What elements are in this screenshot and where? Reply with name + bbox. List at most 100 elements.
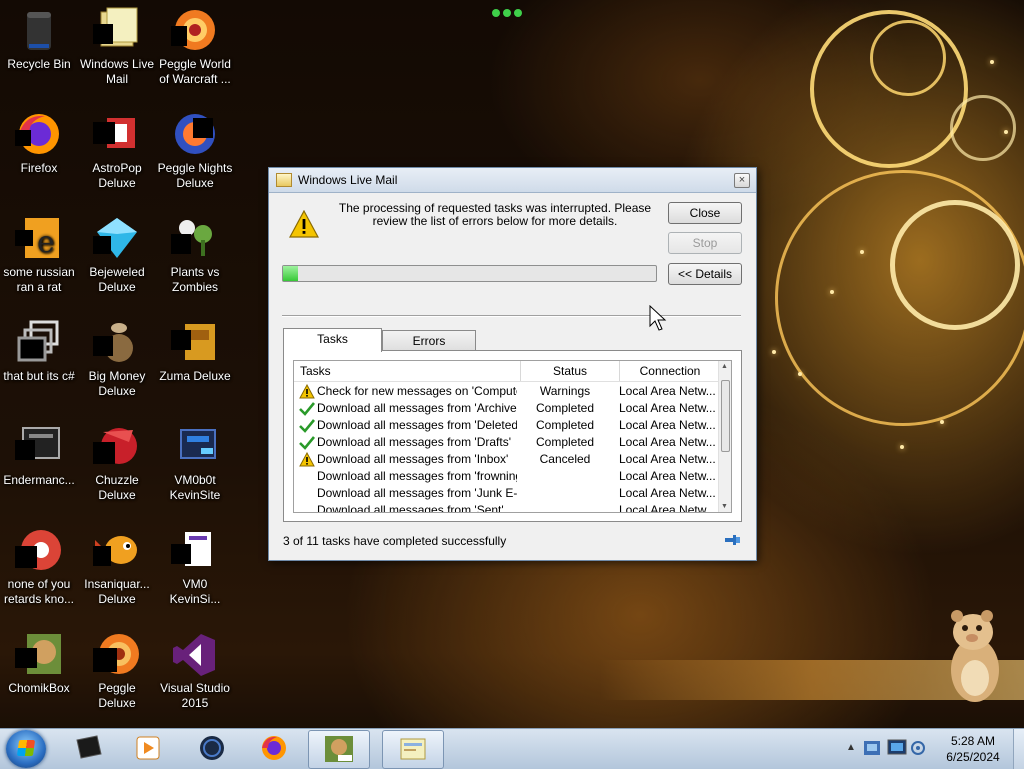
close-icon[interactable]: × <box>734 172 750 188</box>
taskbar-item-media-player[interactable] <box>118 730 178 767</box>
checkmark-icon <box>299 435 316 450</box>
desktop-icon-endermanc[interactable]: Endermanc... <box>0 418 78 488</box>
checkmark-icon <box>299 401 316 416</box>
details-button[interactable]: << Details <box>668 263 742 285</box>
desktop-icon-insaniquarium[interactable]: Insaniquar... Deluxe <box>78 522 156 607</box>
desktop-icon-russian-rat[interactable]: e some russian ran a rat <box>0 210 78 295</box>
table-row[interactable]: Download all messages from 'Deleted It..… <box>294 417 719 434</box>
taskbar-item-mail-window[interactable] <box>382 730 444 769</box>
table-row[interactable]: Download all messages from 'frowning4' L… <box>294 468 719 485</box>
tab-errors[interactable]: Errors <box>382 330 476 351</box>
firefox-icon <box>259 734 289 762</box>
money-icon <box>93 318 141 366</box>
close-button[interactable]: Close <box>668 202 742 224</box>
dialog-titlebar[interactable]: Windows Live Mail × <box>269 168 756 193</box>
desktop-icon-recycle-bin[interactable]: Recycle Bin <box>0 2 78 72</box>
mail-icon <box>93 6 141 54</box>
desktop-icon-that-but-csharp[interactable]: that but its c# <box>0 314 78 384</box>
progress-bar <box>282 265 657 282</box>
column-header-status[interactable]: Status <box>521 361 620 381</box>
scroll-down-icon[interactable]: ▼ <box>721 503 728 510</box>
windows-live-mail-dialog: Windows Live Mail × The processing of re… <box>268 167 757 561</box>
peggle-deluxe-icon <box>93 630 141 678</box>
desktop-icon-chomikbox[interactable]: ChomikBox <box>0 626 78 696</box>
taskbar-item-firefox[interactable] <box>244 730 304 767</box>
peggle-icon <box>171 6 219 54</box>
desktop-icon-visual-studio[interactable]: Visual Studio 2015 <box>156 626 234 711</box>
clock-time: 5:28 AM <box>950 734 996 748</box>
pin-icon[interactable] <box>725 533 741 549</box>
desktop-icon-bejeweled[interactable]: Bejeweled Deluxe <box>78 210 156 295</box>
desktop-icon-vm0b0t[interactable]: VM0b0t KevinSite <box>156 418 234 503</box>
checkmark-icon <box>299 418 316 433</box>
network-status-icon <box>864 741 880 755</box>
table-row[interactable]: Check for new messages on 'Computer... W… <box>294 383 719 400</box>
progress-fill <box>283 266 298 281</box>
desktop-icon-big-money[interactable]: Big Money Deluxe <box>78 314 156 399</box>
visual-studio-icon <box>171 630 219 678</box>
monitor-icon <box>15 422 63 470</box>
hamster-image <box>945 608 1003 706</box>
system-tray <box>862 737 932 759</box>
astropop-icon <box>93 110 141 158</box>
start-button[interactable] <box>6 730 46 768</box>
desktop-icon-zuma[interactable]: Zuma Deluxe <box>156 314 234 384</box>
desktop-icon-astropop[interactable]: AstroPop Deluxe <box>78 106 156 191</box>
file-icon <box>171 526 219 574</box>
dialog-title: Windows Live Mail <box>298 173 398 187</box>
summary-text: 3 of 11 tasks have completed successfull… <box>283 534 507 548</box>
wallpaper-swirl <box>950 95 1016 161</box>
desktop-icon-firefox[interactable]: Firefox <box>0 106 78 176</box>
wallpaper-spark <box>1004 130 1008 134</box>
mail-app-icon <box>276 173 292 187</box>
desktop-icon-windows-live-mail[interactable]: Windows Live Mail <box>78 2 156 87</box>
network-globe-icon <box>197 734 227 762</box>
stop-button[interactable]: Stop <box>668 232 742 254</box>
chomikbox-icon <box>324 735 354 763</box>
list-header: Tasks Status Connection <box>294 361 731 382</box>
wallpaper-swirl <box>870 20 946 96</box>
table-row[interactable]: Download all messages from 'Sent' Local … <box>294 502 719 512</box>
tray-overflow-icon[interactable]: ▲ <box>846 742 856 753</box>
desktop-icon-peggle-wow[interactable]: Peggle World of Warcraft ... <box>156 2 234 87</box>
table-row[interactable]: Download all messages from 'Junk E-m... … <box>294 485 719 502</box>
volume-icon <box>911 741 925 755</box>
desktop-icon-none-of-you[interactable]: none of you retards kno... <box>0 522 78 607</box>
gem-icon <box>93 214 141 262</box>
chuzzle-icon <box>93 422 141 470</box>
desktop-icon-plants-vs-zombies[interactable]: Plants vs Zombies <box>156 210 234 295</box>
desktop-icon-vm0-kevinsite[interactable]: VM0 KevinSi... <box>156 522 234 607</box>
wallpaper-spark <box>990 60 994 64</box>
media-player-icon <box>133 734 163 762</box>
taskbar-clock[interactable]: 5:28 AM 6/25/2024 <box>930 733 1016 765</box>
desktop-icon-peggle-deluxe[interactable]: Peggle Deluxe <box>78 626 156 711</box>
taskbar-item-chomikbox[interactable] <box>308 730 370 769</box>
desktop-icon-chuzzle[interactable]: Chuzzle Deluxe <box>78 418 156 503</box>
column-header-tasks[interactable]: Tasks <box>294 361 521 381</box>
table-row[interactable]: Download all messages from 'Archives' Co… <box>294 400 719 417</box>
warning-icon <box>299 451 315 467</box>
windows-icon <box>15 318 63 366</box>
tab-tasks[interactable]: Tasks <box>283 328 382 352</box>
taskbar-item-terminal[interactable] <box>58 730 118 767</box>
table-row[interactable]: Download all messages from 'Drafts' Comp… <box>294 434 719 451</box>
scroll-up-icon[interactable]: ▲ <box>721 363 728 370</box>
clock-date: 6/25/2024 <box>946 750 1000 764</box>
divider <box>282 315 741 317</box>
desktop-icon-peggle-nights[interactable]: Peggle Nights Deluxe <box>156 106 234 191</box>
vm-icon <box>171 422 219 470</box>
table-row[interactable]: Download all messages from 'Inbox' Cance… <box>294 451 719 468</box>
taskbar-item-network[interactable] <box>182 730 242 767</box>
wallpaper-swirl <box>890 200 1020 330</box>
column-header-connection[interactable]: Connection <box>620 361 720 381</box>
wallpaper-spark <box>900 445 904 449</box>
list-scrollbar[interactable]: ▲ ▼ <box>718 361 731 512</box>
tasks-list: Tasks Status Connection Check for new me… <box>293 360 732 513</box>
app-icon: e <box>15 214 63 262</box>
zuma-icon <box>171 318 219 366</box>
tasks-panel: Tasks Status Connection Check for new me… <box>283 350 742 522</box>
mouse-cursor-icon <box>649 304 667 334</box>
scrollbar-thumb[interactable] <box>721 380 730 452</box>
dialog-message: The processing of requested tasks was in… <box>338 201 652 228</box>
show-desktop-button[interactable] <box>1013 729 1024 769</box>
